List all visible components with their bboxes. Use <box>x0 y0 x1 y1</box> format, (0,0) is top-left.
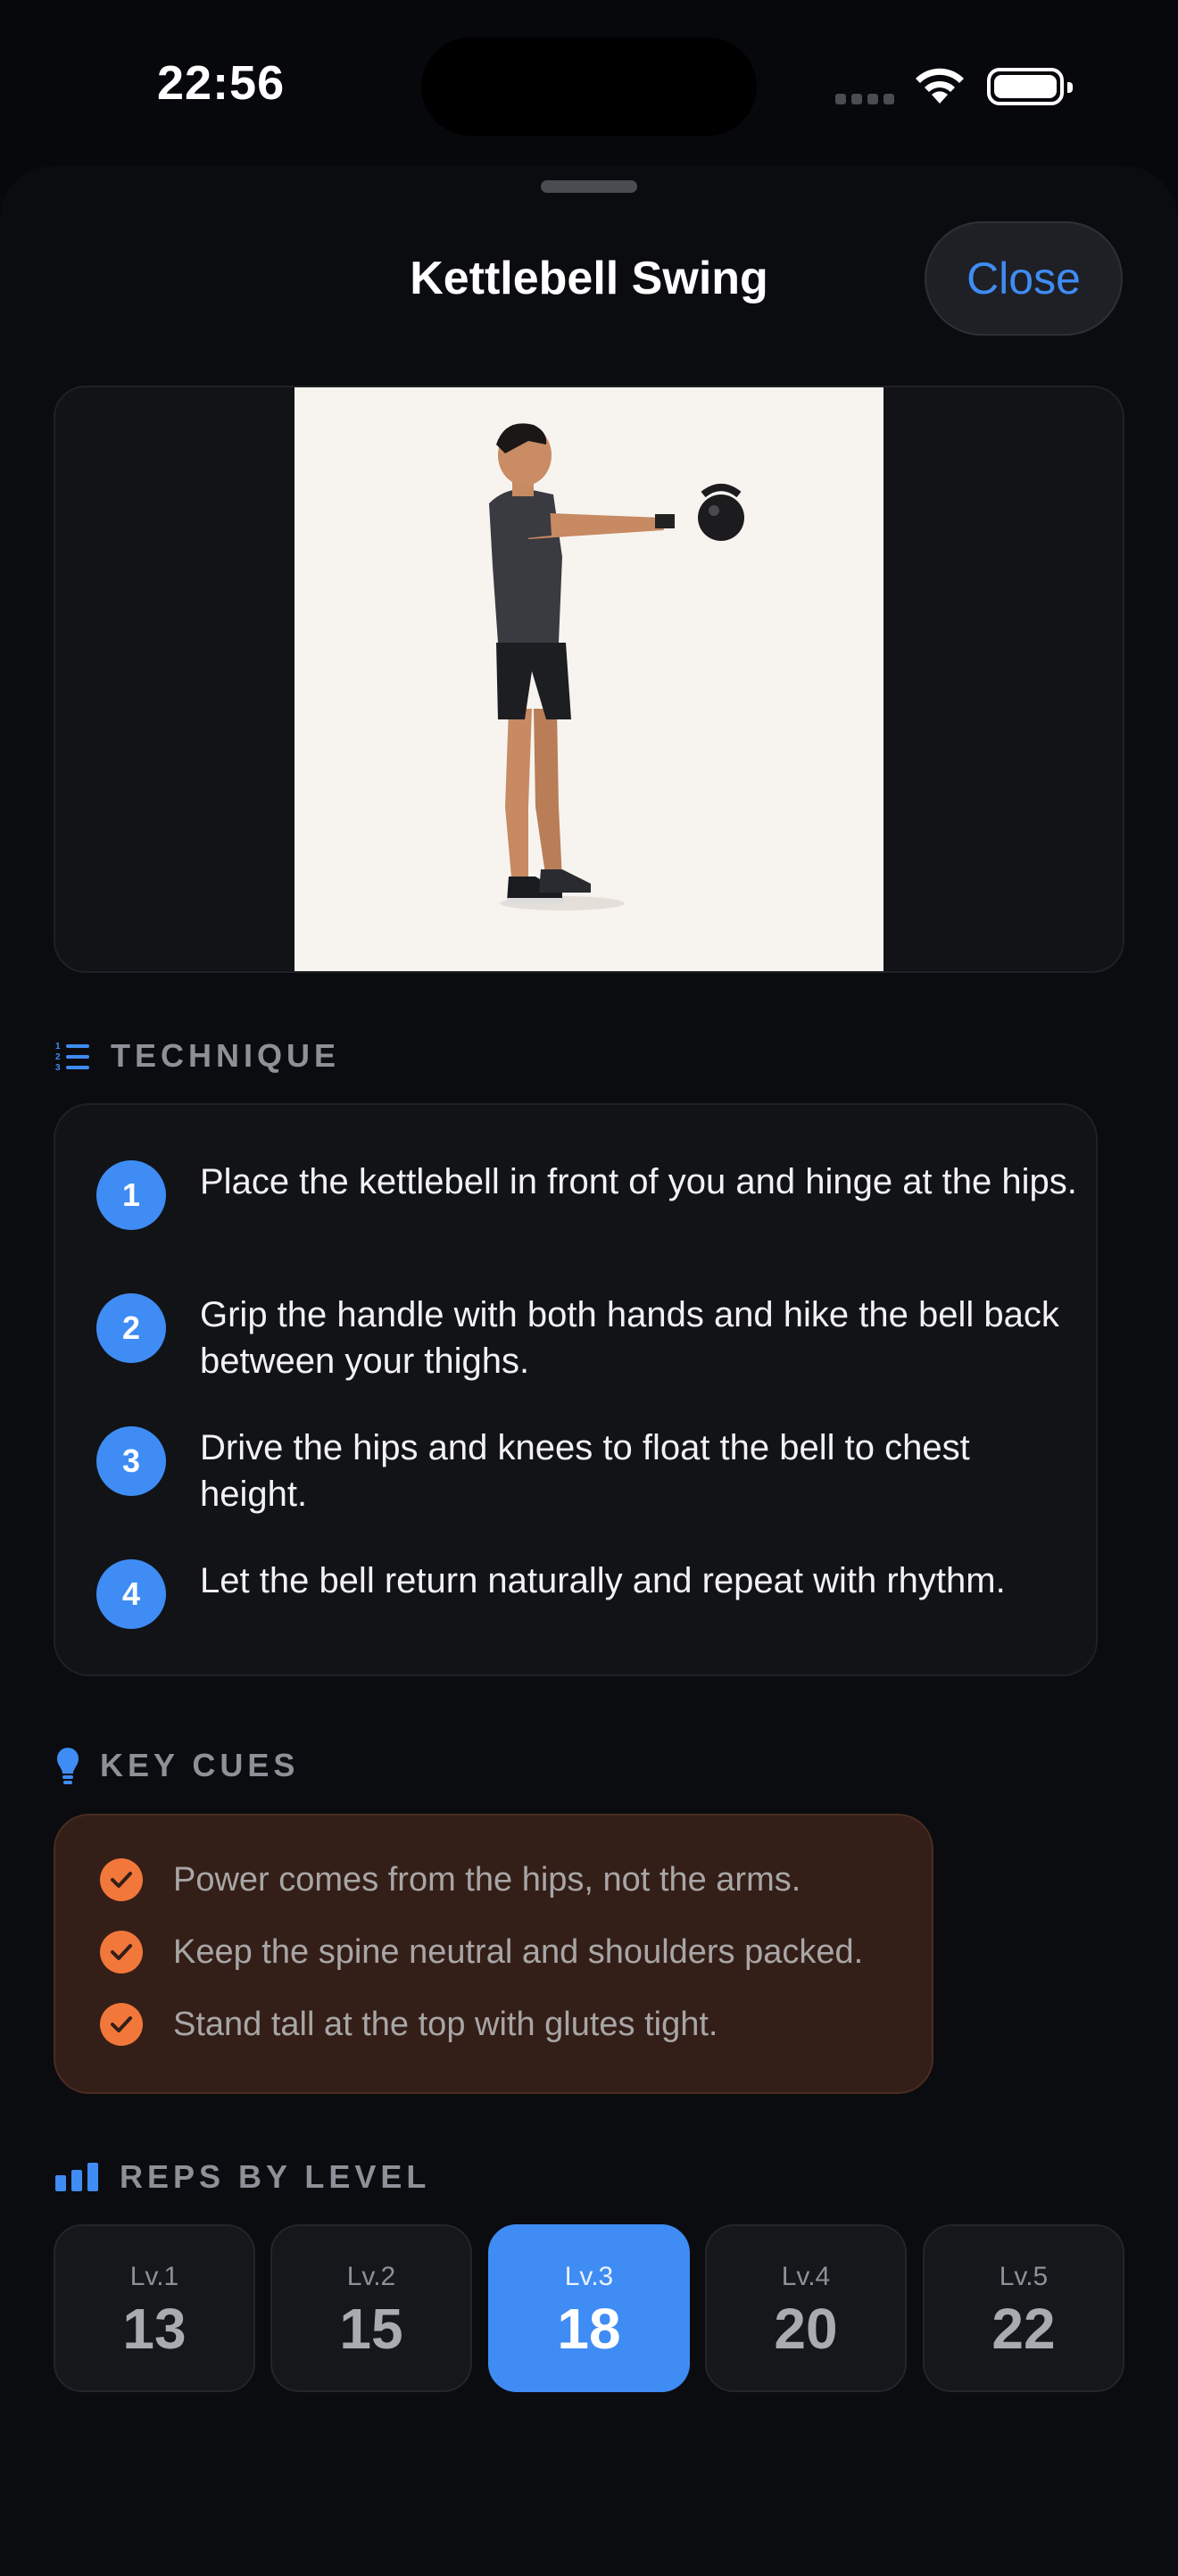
check-circle-icon <box>100 1858 143 1901</box>
cue-item: Stand tall at the top with glutes tight. <box>100 2003 718 2046</box>
svg-text:1: 1 <box>55 1042 65 1051</box>
exercise-illustration <box>294 387 884 971</box>
level-option-1[interactable]: Lv.1 13 <box>54 2224 255 2392</box>
status-time: 22:56 <box>157 56 286 110</box>
wifi-icon <box>916 68 964 104</box>
technique-step: 1 Place the kettlebell in front of you a… <box>96 1159 1083 1230</box>
bar-chart-icon <box>55 2163 98 2191</box>
step-number-badge: 2 <box>96 1293 166 1363</box>
battery-icon <box>987 68 1073 105</box>
key-cues-card: Power comes from the hips, not the arms.… <box>54 1814 933 2094</box>
level-option-2[interactable]: Lv.2 15 <box>270 2224 472 2392</box>
level-label: Lv.1 <box>129 2262 179 2291</box>
level-option-4[interactable]: Lv.4 20 <box>705 2224 907 2392</box>
cue-text: Stand tall at the top with glutes tight. <box>173 2005 718 2043</box>
technique-step: 3 Drive the hips and knees to float the … <box>96 1425 1083 1517</box>
technique-step: 2 Grip the handle with both hands and hi… <box>96 1292 1083 1384</box>
dynamic-island <box>421 37 757 136</box>
numbered-list-icon: 1 2 3 <box>55 1042 89 1071</box>
step-number-badge: 4 <box>96 1559 166 1629</box>
level-label: Lv.4 <box>781 2262 831 2291</box>
kettlebell-swing-figure <box>489 423 744 910</box>
level-reps-value: 18 <box>557 2297 621 2361</box>
level-selector: Lv.1 13 Lv.2 15 Lv.3 18 Lv.4 20 Lv.5 22 <box>54 2224 1124 2392</box>
cue-text: Keep the spine neutral and shoulders pac… <box>173 1932 864 1971</box>
level-label: Lv.5 <box>999 2262 1049 2291</box>
step-number-badge: 1 <box>96 1160 166 1230</box>
check-circle-icon <box>100 2003 143 2046</box>
svg-text:3: 3 <box>55 1063 65 1071</box>
check-circle-icon <box>100 1931 143 1974</box>
cue-item: Power comes from the hips, not the arms. <box>100 1858 801 1901</box>
technique-heading-label: TECHNIQUE <box>111 1037 341 1074</box>
step-text: Grip the handle with both hands and hike… <box>200 1295 1059 1381</box>
status-bar: 22:56 <box>0 0 1178 170</box>
technique-card: 1 Place the kettlebell in front of you a… <box>54 1103 1098 1676</box>
technique-step: 4 Let the bell return naturally and repe… <box>96 1558 1083 1629</box>
step-text: Let the bell return naturally and repeat… <box>200 1561 1006 1600</box>
lightbulb-icon <box>57 1748 79 1784</box>
exercise-detail-sheet: Kettlebell Swing Close 1 2 3 TECHNIQUE 1… <box>0 166 1178 2576</box>
key-cues-heading: KEY CUES <box>55 1746 299 1785</box>
cue-text: Power comes from the hips, not the arms. <box>173 1860 801 1899</box>
sheet-grabber[interactable] <box>541 180 637 193</box>
technique-heading: 1 2 3 TECHNIQUE <box>55 1037 340 1075</box>
cellular-signal-icon <box>835 93 900 109</box>
level-option-5[interactable]: Lv.5 22 <box>923 2224 1124 2392</box>
step-text: Place the kettlebell in front of you and… <box>200 1162 1077 1201</box>
svg-text:2: 2 <box>55 1052 65 1062</box>
step-text: Drive the hips and knees to float the be… <box>200 1428 970 1514</box>
reps-heading-label: REPS BY LEVEL <box>120 2158 431 2195</box>
level-label: Lv.2 <box>346 2262 396 2291</box>
close-button[interactable]: Close <box>925 221 1123 336</box>
key-cues-heading-label: KEY CUES <box>100 1747 300 1783</box>
level-reps-value: 15 <box>339 2297 403 2361</box>
level-label: Lv.3 <box>564 2262 614 2291</box>
level-option-3[interactable]: Lv.3 18 <box>488 2224 690 2392</box>
level-reps-value: 13 <box>122 2297 187 2361</box>
reps-heading: REPS BY LEVEL <box>55 2158 430 2196</box>
cue-item: Keep the spine neutral and shoulders pac… <box>100 1931 863 1974</box>
exercise-media <box>54 386 1124 973</box>
level-reps-value: 22 <box>991 2297 1056 2361</box>
step-number-badge: 3 <box>96 1426 166 1496</box>
level-reps-value: 20 <box>774 2297 838 2361</box>
